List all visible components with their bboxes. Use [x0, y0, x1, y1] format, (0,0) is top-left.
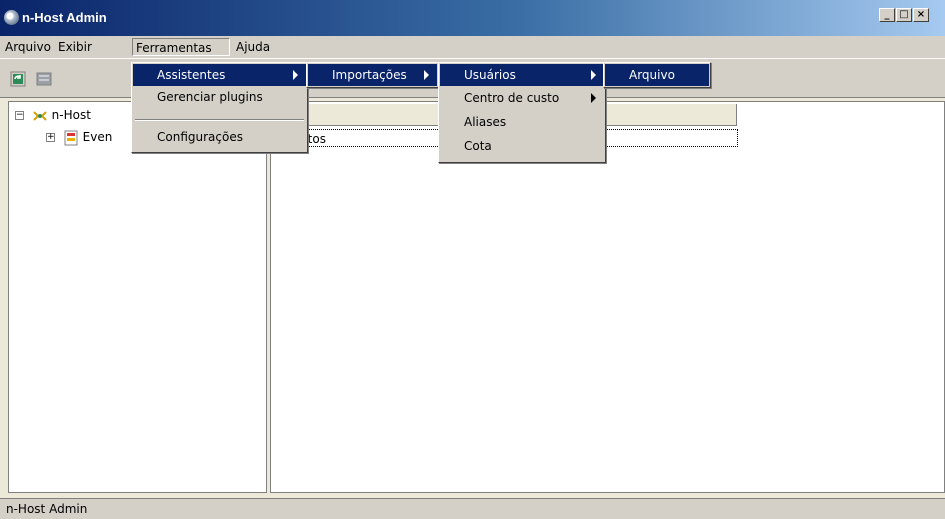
window-title: n-Host Admin	[22, 10, 107, 25]
properties-icon[interactable]	[36, 71, 52, 87]
menu-exibir[interactable]: Exibir	[55, 38, 95, 56]
menu-item-aliases[interactable]: Aliases	[440, 111, 604, 133]
status-text: n-Host Admin	[6, 502, 88, 516]
ferramentas-menu: Assistentes Gerenciar plugins Configuraç…	[131, 62, 308, 153]
tree-row-root[interactable]: − n-Host	[15, 106, 91, 124]
tree-row-child[interactable]: + Even	[46, 128, 112, 146]
menu-bar: Arquivo Exibir Ferramentas Ajuda	[0, 36, 945, 58]
maximize-button[interactable]: □	[896, 8, 912, 22]
menu-item-importacoes[interactable]: Importações	[308, 64, 437, 86]
submenu-arrow-icon	[293, 70, 298, 80]
menu-item-configuracoes[interactable]: Configurações	[133, 126, 306, 148]
submenu-arrow-icon	[424, 70, 429, 80]
menu-item-centro-de-custo[interactable]: Centro de custo	[440, 87, 604, 109]
expand-icon[interactable]: +	[46, 133, 55, 142]
list-panel: Host Eventos	[270, 101, 945, 493]
title-bar: n-Host Admin _ □ ×	[0, 0, 945, 36]
menu-ferramentas[interactable]: Ferramentas	[132, 38, 230, 56]
menu-arquivo[interactable]: Arquivo	[2, 38, 54, 56]
tree-child-label: Even	[82, 130, 113, 144]
usuarios-submenu: Arquivo	[603, 62, 711, 88]
minimize-button[interactable]: _	[879, 8, 895, 22]
importacoes-submenu: Usuários Centro de custo Aliases Cota	[438, 62, 606, 163]
app-icon	[4, 10, 19, 25]
collapse-icon[interactable]: −	[15, 111, 24, 120]
tree-panel: − n-Host + Even	[8, 101, 267, 493]
menu-item-gerenciar-plugins[interactable]: Gerenciar plugins	[133, 86, 306, 108]
tree-root-label: n-Host	[51, 108, 91, 122]
menu-separator	[135, 119, 304, 121]
refresh-icon[interactable]	[10, 71, 26, 87]
status-bar: n-Host Admin	[0, 498, 945, 519]
menu-item-usuarios[interactable]: Usuários	[440, 64, 604, 86]
menu-item-cota[interactable]: Cota	[440, 135, 604, 157]
menu-item-assistentes[interactable]: Assistentes	[133, 64, 306, 86]
events-icon	[64, 130, 78, 145]
close-button[interactable]: ×	[913, 8, 929, 22]
menu-item-arquivo[interactable]: Arquivo	[605, 64, 709, 86]
submenu-arrow-icon	[591, 70, 596, 80]
assistentes-submenu: Importações	[306, 62, 439, 88]
submenu-arrow-icon	[591, 93, 596, 103]
menu-ajuda[interactable]: Ajuda	[233, 38, 273, 56]
nhost-icon	[33, 110, 47, 121]
